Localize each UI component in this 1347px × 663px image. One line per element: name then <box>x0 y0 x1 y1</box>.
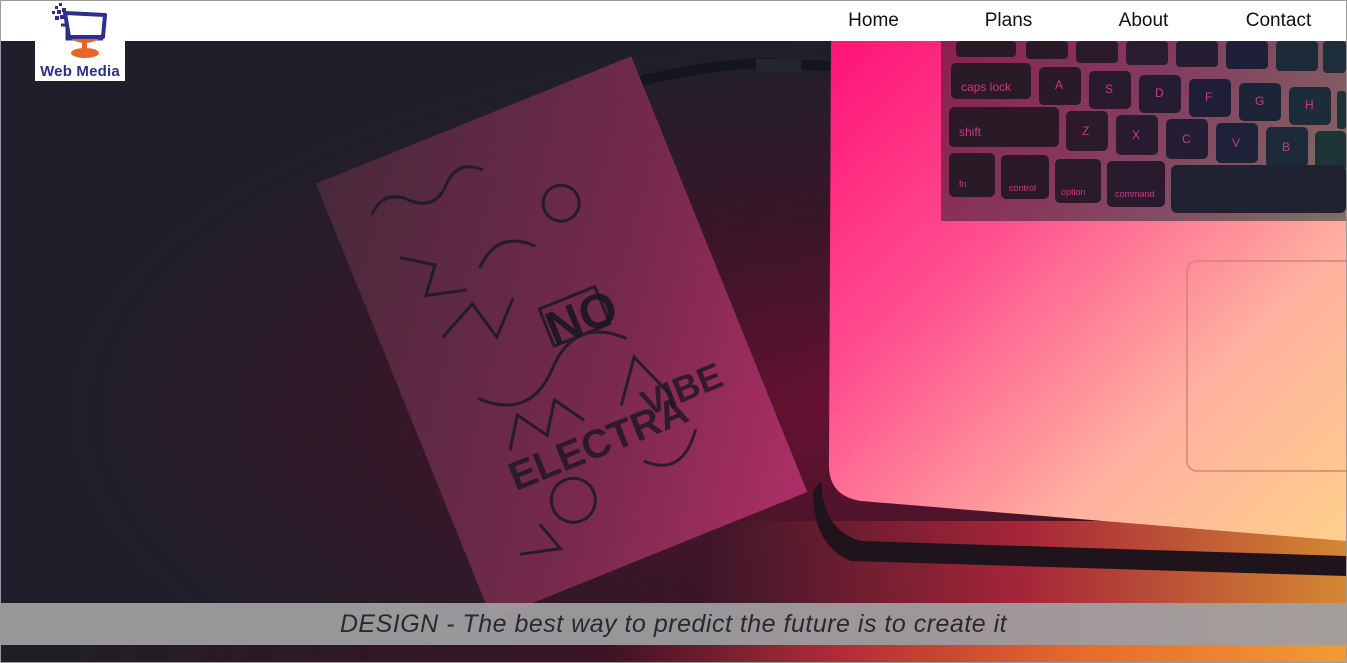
hero-banner: NO ELECTRA VIBE caps lock A S D F G H sh… <box>1 41 1346 662</box>
nav-home-link[interactable]: Home <box>806 10 941 32</box>
monitor-icon <box>52 3 107 58</box>
key-shift: shift <box>959 125 982 139</box>
hero-image: NO ELECTRA VIBE caps lock A S D F G H sh… <box>1 41 1346 662</box>
hero-caption-bar: DESIGN - The best way to predict the fut… <box>1 603 1346 645</box>
hero-caption: DESIGN - The best way to predict the fut… <box>339 609 1008 638</box>
key-caps-lock: caps lock <box>961 80 1012 94</box>
brand-name: Web Media <box>40 63 120 80</box>
key-a: A <box>1055 78 1063 92</box>
key-v: V <box>1232 136 1240 150</box>
hero-bottom-strip <box>1 645 1346 662</box>
nav-plans-link[interactable]: Plans <box>941 10 1076 32</box>
top-navbar: Home Plans About Contact <box>1 1 1346 41</box>
key-d: D <box>1155 86 1164 100</box>
key-control: control <box>1009 183 1036 193</box>
page: Home Plans About Contact Web Media NO EL… <box>0 0 1347 663</box>
brand-logo[interactable]: Web Media <box>35 1 125 81</box>
key-option: option <box>1061 187 1086 197</box>
key-command: command <box>1115 189 1155 199</box>
key-x: X <box>1132 128 1140 142</box>
key-fn: fn <box>959 179 967 189</box>
key-b: B <box>1282 140 1290 154</box>
key-h: H <box>1305 98 1314 112</box>
key-c: C <box>1182 132 1191 146</box>
main-nav: Home Plans About Contact <box>806 1 1346 41</box>
key-f: F <box>1205 90 1212 104</box>
nav-contact-link[interactable]: Contact <box>1211 10 1346 32</box>
nav-about-link[interactable]: About <box>1076 10 1211 32</box>
key-s: S <box>1105 82 1113 96</box>
key-z: Z <box>1082 124 1089 138</box>
key-g: G <box>1255 94 1264 108</box>
